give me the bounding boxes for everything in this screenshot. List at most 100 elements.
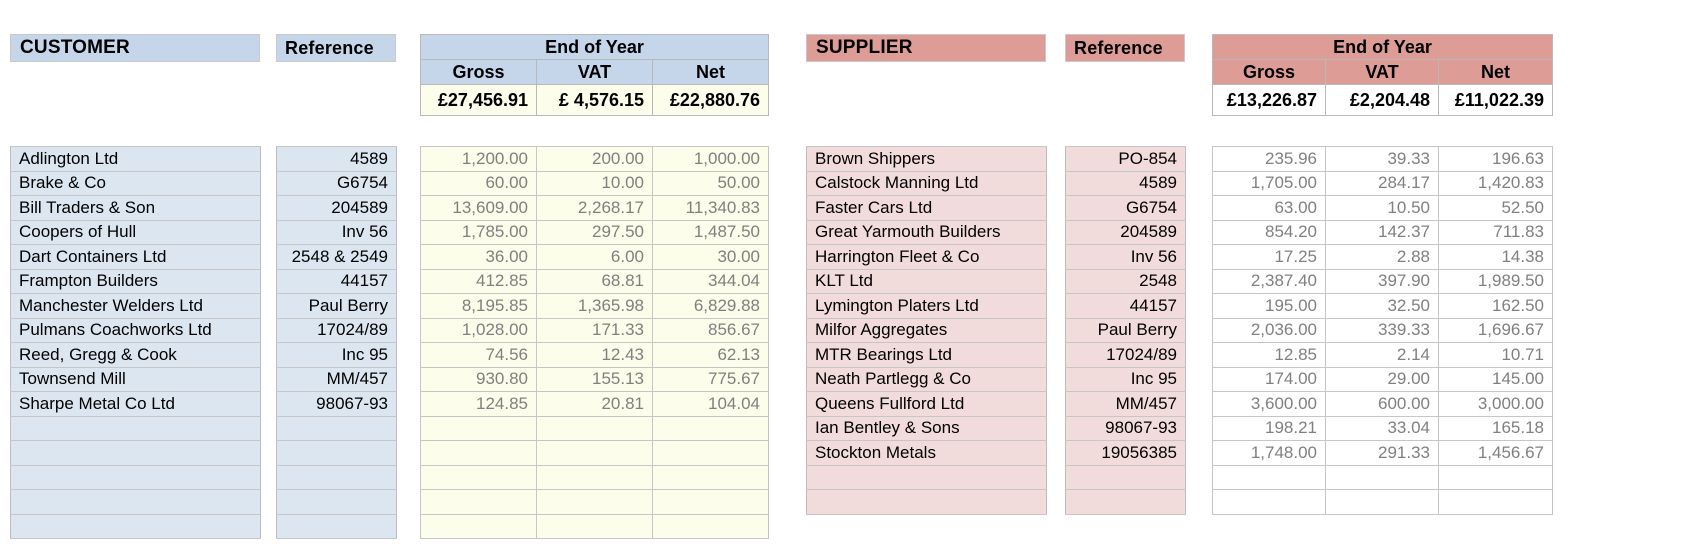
supplier-name-cell[interactable]: Calstock Manning Ltd [806, 170, 1047, 196]
supplier-net-cell[interactable]: 3,000.00 [1438, 391, 1553, 417]
customer-name-grid[interactable]: Adlington Ltd Brake & Co Bill Traders & So… [10, 146, 261, 539]
supplier-reference-cell[interactable] [1065, 464, 1186, 490]
table-row[interactable]: 4589 [1065, 170, 1186, 196]
table-row[interactable]: MM/457 [276, 366, 397, 392]
customer-gross-cell[interactable] [420, 513, 537, 539]
table-row[interactable]: Inc 95 [1065, 366, 1186, 392]
supplier-name-cell[interactable]: Faster Cars Ltd [806, 195, 1047, 221]
customer-net-cell[interactable] [652, 513, 769, 539]
table-row[interactable]: 195.00 32.50 162.50 [1212, 293, 1553, 319]
supplier-net-cell[interactable]: 145.00 [1438, 366, 1553, 392]
customer-gross-cell[interactable]: 74.56 [420, 342, 537, 368]
customer-gross-cell[interactable]: 1,028.00 [420, 317, 537, 343]
table-row[interactable] [276, 440, 397, 466]
customer-name-cell[interactable]: Townsend Mill [10, 366, 261, 392]
table-row[interactable]: Brown Shippers [806, 146, 1047, 172]
table-row[interactable] [420, 440, 769, 466]
supplier-name-cell[interactable]: Queens Fullford Ltd [806, 391, 1047, 417]
customer-vat-cell[interactable] [536, 489, 653, 515]
table-row[interactable] [420, 464, 769, 490]
table-row[interactable]: 1,785.00 297.50 1,487.50 [420, 219, 769, 245]
supplier-reference-cell[interactable]: 19056385 [1065, 440, 1186, 466]
table-row[interactable]: 2548 [1065, 268, 1186, 294]
table-row[interactable]: Calstock Manning Ltd [806, 170, 1047, 196]
table-row[interactable]: Inv 56 [276, 219, 397, 245]
customer-gross-cell[interactable] [420, 440, 537, 466]
table-row[interactable]: 36.00 6.00 30.00 [420, 244, 769, 270]
customer-gross-cell[interactable]: 930.80 [420, 366, 537, 392]
supplier-gross-cell[interactable]: 1,748.00 [1212, 440, 1326, 466]
supplier-reference-cell[interactable] [1065, 489, 1186, 515]
supplier-net-cell[interactable]: 52.50 [1438, 195, 1553, 221]
table-row[interactable]: Bill Traders & Son [10, 195, 261, 221]
table-row[interactable] [276, 489, 397, 515]
customer-vat-cell[interactable]: 171.33 [536, 317, 653, 343]
supplier-gross-cell[interactable]: 17.25 [1212, 244, 1326, 270]
supplier-gross-cell[interactable]: 174.00 [1212, 366, 1326, 392]
table-row[interactable]: Queens Fullford Ltd [806, 391, 1047, 417]
supplier-name-cell[interactable] [806, 489, 1047, 515]
table-row[interactable] [10, 489, 261, 515]
customer-name-cell[interactable] [10, 440, 261, 466]
table-row[interactable]: 198.21 33.04 165.18 [1212, 415, 1553, 441]
supplier-vat-cell[interactable] [1325, 464, 1439, 490]
supplier-net-cell[interactable]: 1,696.67 [1438, 317, 1553, 343]
supplier-name-cell[interactable]: MTR Bearings Ltd [806, 342, 1047, 368]
supplier-reference-cell[interactable]: G6754 [1065, 195, 1186, 221]
customer-gross-cell[interactable]: 1,785.00 [420, 219, 537, 245]
supplier-vat-cell[interactable]: 33.04 [1325, 415, 1439, 441]
customer-name-cell[interactable]: Sharpe Metal Co Ltd [10, 391, 261, 417]
customer-gross-cell[interactable] [420, 464, 537, 490]
customer-gross-cell[interactable] [420, 489, 537, 515]
customer-gross-cell[interactable] [420, 415, 537, 441]
supplier-gross-cell[interactable]: 63.00 [1212, 195, 1326, 221]
supplier-vat-cell[interactable]: 339.33 [1325, 317, 1439, 343]
customer-gross-cell[interactable]: 60.00 [420, 170, 537, 196]
supplier-net-cell[interactable]: 1,456.67 [1438, 440, 1553, 466]
customer-vat-cell[interactable]: 200.00 [536, 146, 653, 172]
supplier-net-cell[interactable]: 165.18 [1438, 415, 1553, 441]
customer-name-cell[interactable]: Pulmans Coachworks Ltd [10, 317, 261, 343]
table-row[interactable] [276, 464, 397, 490]
table-row[interactable] [10, 464, 261, 490]
customer-net-cell[interactable]: 11,340.83 [652, 195, 769, 221]
table-row[interactable]: 60.00 10.00 50.00 [420, 170, 769, 196]
customer-reference-cell[interactable]: Inc 95 [276, 342, 397, 368]
customer-name-cell[interactable]: Dart Containers Ltd [10, 244, 261, 270]
supplier-name-cell[interactable] [806, 464, 1047, 490]
table-row[interactable]: MTR Bearings Ltd [806, 342, 1047, 368]
customer-vat-cell[interactable]: 297.50 [536, 219, 653, 245]
table-row[interactable]: 12.85 2.14 10.71 [1212, 342, 1553, 368]
table-row[interactable]: Manchester Welders Ltd [10, 293, 261, 319]
customer-reference-cell[interactable] [276, 440, 397, 466]
table-row[interactable]: Milfor Aggregates [806, 317, 1047, 343]
customer-net-cell[interactable]: 856.67 [652, 317, 769, 343]
supplier-gross-cell[interactable]: 2,036.00 [1212, 317, 1326, 343]
table-row[interactable]: 854.20 142.37 711.83 [1212, 219, 1553, 245]
table-row[interactable]: 2,387.40 397.90 1,989.50 [1212, 268, 1553, 294]
table-row[interactable] [1212, 489, 1553, 515]
customer-gross-cell[interactable]: 36.00 [420, 244, 537, 270]
supplier-vat-cell[interactable]: 284.17 [1325, 170, 1439, 196]
supplier-name-cell[interactable]: Brown Shippers [806, 146, 1047, 172]
table-row[interactable] [276, 415, 397, 441]
supplier-gross-cell[interactable]: 198.21 [1212, 415, 1326, 441]
table-row[interactable]: Brake & Co [10, 170, 261, 196]
supplier-net-cell[interactable]: 711.83 [1438, 219, 1553, 245]
customer-gross-cell[interactable]: 124.85 [420, 391, 537, 417]
supplier-name-cell[interactable]: Neath Partlegg & Co [806, 366, 1047, 392]
customer-name-cell[interactable]: Bill Traders & Son [10, 195, 261, 221]
customer-reference-cell[interactable] [276, 513, 397, 539]
table-row[interactable]: Paul Berry [1065, 317, 1186, 343]
customer-vat-cell[interactable] [536, 440, 653, 466]
customer-vat-cell[interactable]: 155.13 [536, 366, 653, 392]
supplier-vat-cell[interactable]: 32.50 [1325, 293, 1439, 319]
table-row[interactable]: 412.85 68.81 344.04 [420, 268, 769, 294]
table-row[interactable] [276, 513, 397, 539]
table-row[interactable] [806, 489, 1047, 515]
table-row[interactable]: 2548 & 2549 [276, 244, 397, 270]
customer-reference-cell[interactable]: G6754 [276, 170, 397, 196]
customer-name-cell[interactable] [10, 489, 261, 515]
supplier-gross-cell[interactable]: 195.00 [1212, 293, 1326, 319]
table-row[interactable]: 1,200.00 200.00 1,000.00 [420, 146, 769, 172]
